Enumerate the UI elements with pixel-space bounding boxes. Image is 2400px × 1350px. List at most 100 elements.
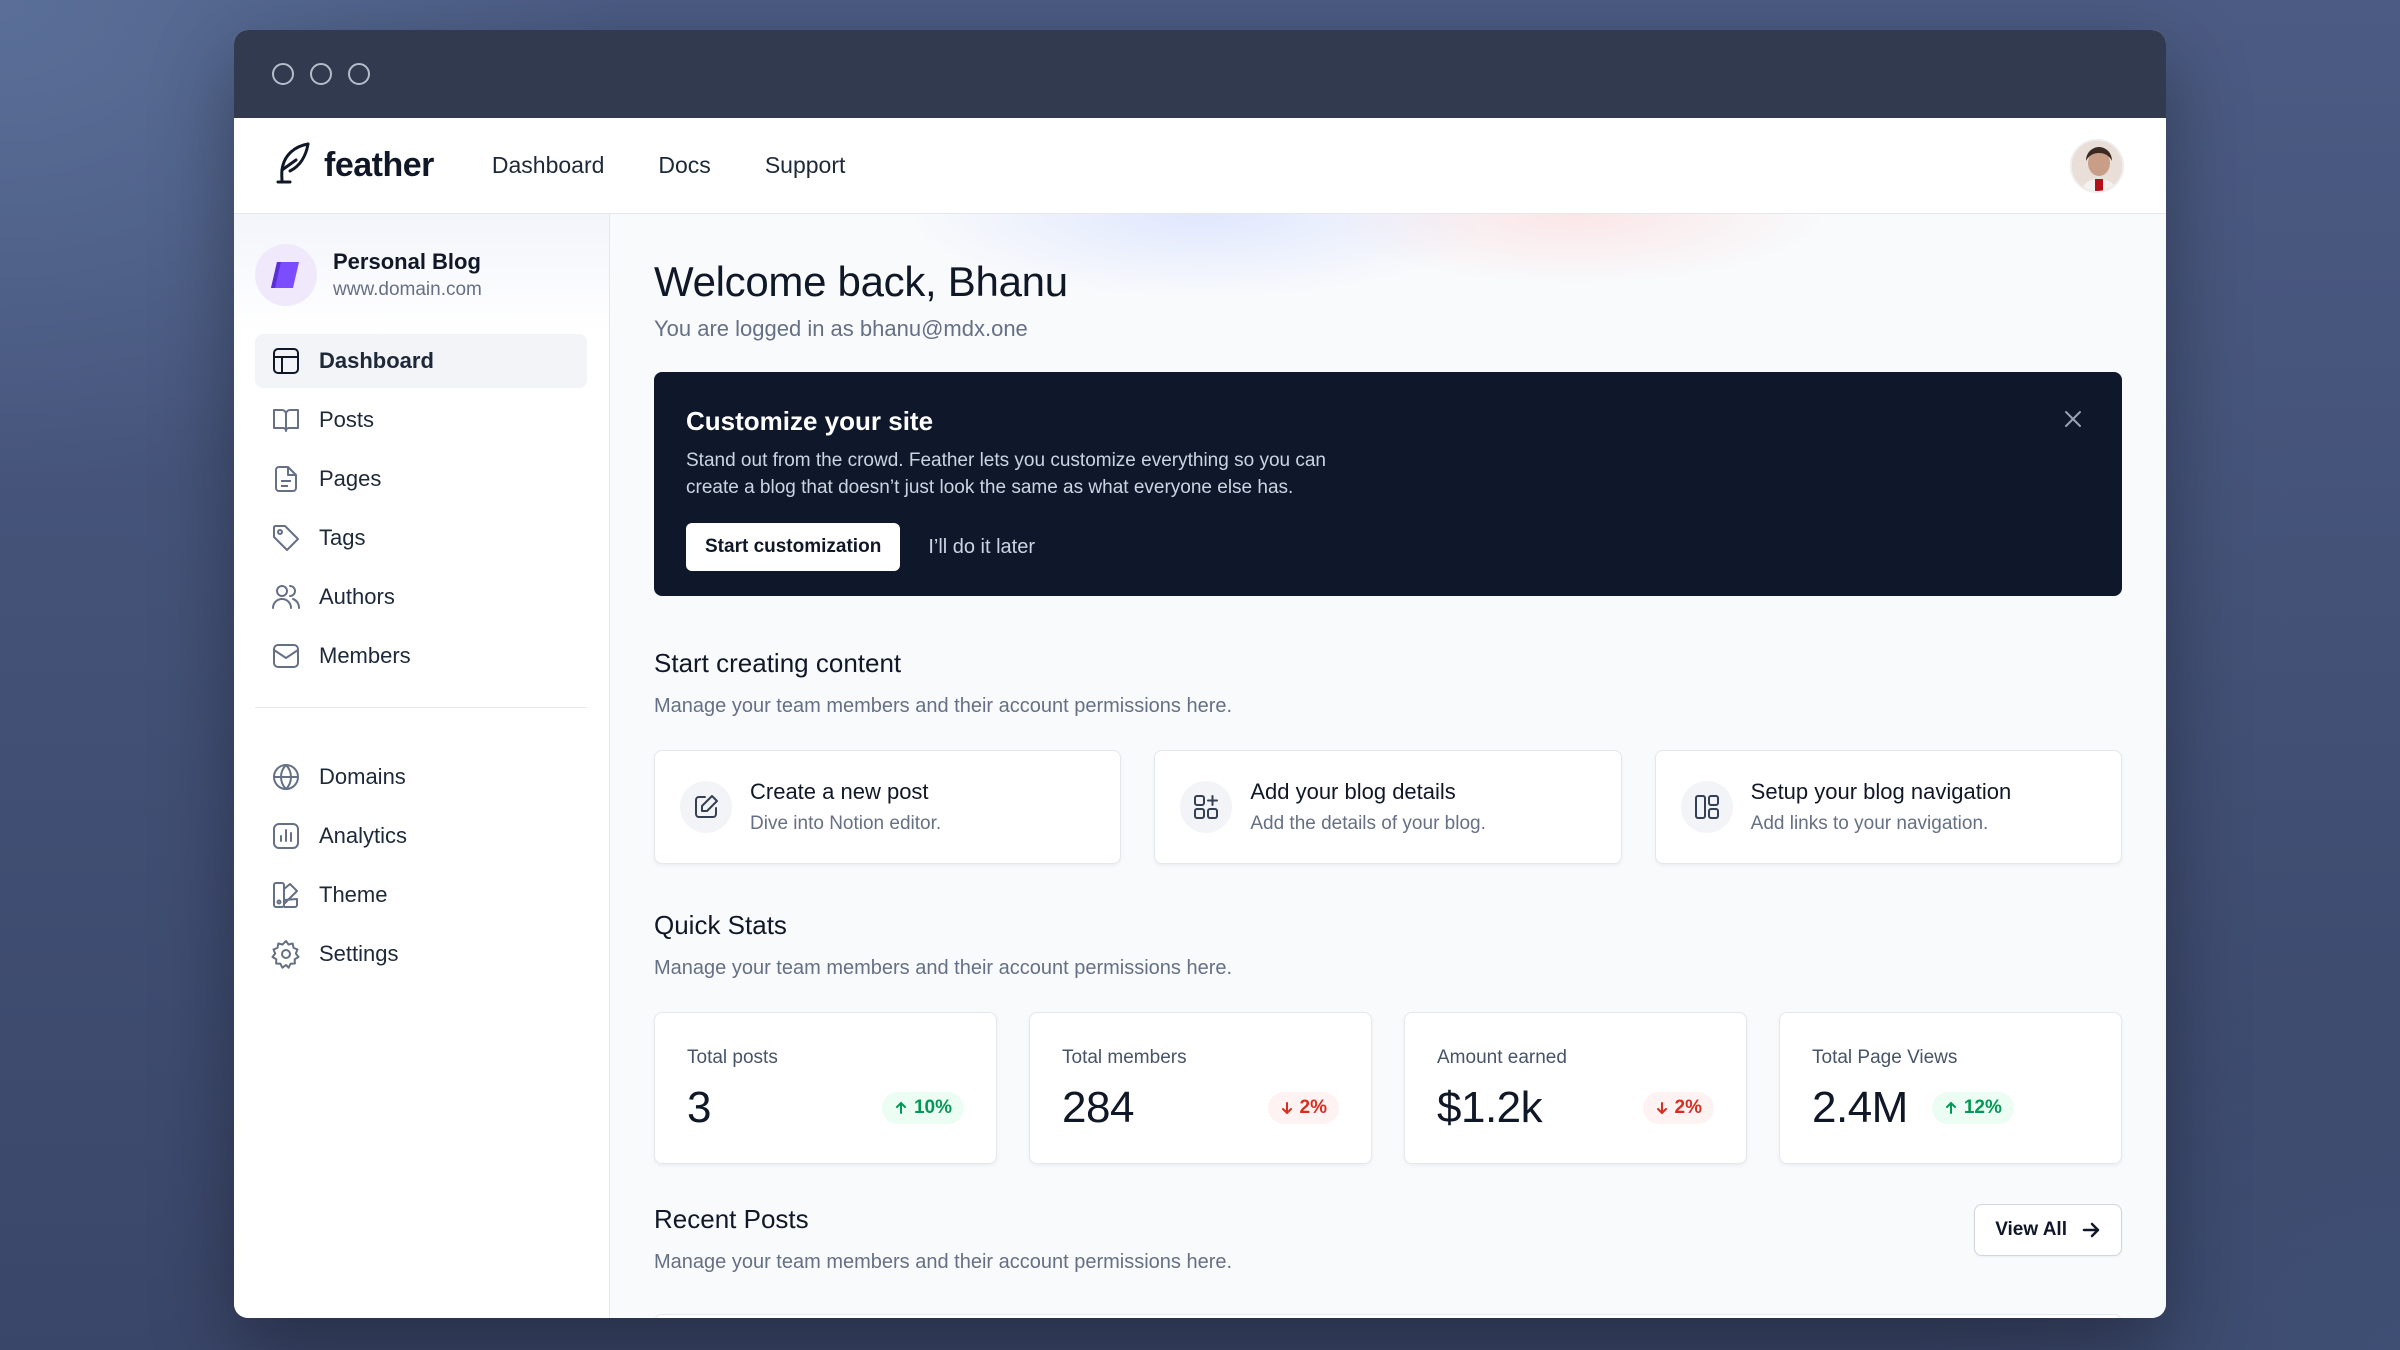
feather-icon (274, 140, 314, 191)
brand-name: feather (324, 146, 434, 184)
sidebar-item-label: Members (319, 643, 411, 668)
stat-card-page-views: Total Page Views 2.4M 12% (1779, 1012, 2122, 1164)
card-title: Create a new post (750, 779, 929, 804)
sidebar-item-label: Settings (319, 941, 399, 966)
gear-icon (271, 940, 300, 969)
sidebar-item-members[interactable]: Members (255, 629, 587, 683)
brand-logo[interactable]: feather (274, 140, 434, 191)
sidebar-item-pages[interactable]: Pages (255, 452, 587, 506)
recent-posts-table (654, 1314, 2122, 1318)
palette-icon (273, 882, 298, 908)
card-subtitle: Dive into Notion editor. (750, 813, 942, 834)
stat-label: Amount earned (1437, 1047, 1567, 1068)
arrow-down-icon (1656, 1102, 1667, 1115)
nav-docs[interactable]: Docs (658, 152, 710, 179)
recent-section-title: Recent Posts (654, 1204, 809, 1234)
banner-title: Customize your site (686, 406, 934, 436)
sidebar-item-posts[interactable]: Posts (255, 393, 587, 447)
window-close-dot[interactable] (272, 63, 294, 85)
sidebar-item-tags[interactable]: Tags (255, 511, 587, 565)
view-all-button[interactable]: View All (1974, 1204, 2122, 1256)
window-minimize-dot[interactable] (310, 63, 332, 85)
recent-section-subtitle: Manage your team members and their accou… (654, 1251, 1233, 1273)
create-post-card[interactable]: Create a new post Dive into Notion edito… (654, 750, 1122, 864)
do-it-later-link[interactable]: I’ll do it later (928, 536, 1035, 559)
sidebar-item-label: Domains (319, 764, 406, 789)
trend-badge: 12% (1931, 1092, 2014, 1124)
trend-value: 2% (1674, 1097, 1702, 1118)
stat-value: 2.4M (1812, 1083, 1908, 1132)
stat-card-members: Total members 284 2% (1029, 1012, 1372, 1164)
sidebar-item-label: Posts (319, 407, 375, 432)
nav-dashboard[interactable]: Dashboard (492, 152, 605, 179)
close-icon[interactable] (2062, 408, 2084, 430)
blog-navigation-card[interactable]: Setup your blog navigation Add links to … (1654, 750, 2122, 864)
sidebar-item-dashboard[interactable]: Dashboard (255, 334, 587, 388)
start-customization-button[interactable]: Start customization (686, 523, 901, 571)
window-zoom-dot[interactable] (348, 63, 370, 85)
arrow-right-icon (2082, 1222, 2100, 1238)
trend-value: 2% (1299, 1097, 1327, 1118)
globe-icon (273, 763, 299, 791)
sidebar-item-domains[interactable]: Domains (255, 750, 587, 804)
banner-description: Stand out from the crowd. Feather lets y… (686, 450, 1326, 498)
site-name: Personal Blog (333, 249, 481, 274)
blog-details-card[interactable]: Add your blog details Add the details of… (1154, 750, 1622, 864)
sidebar-item-label: Theme (319, 882, 388, 907)
card-subtitle: Add the details of your blog. (1250, 813, 1486, 834)
book-icon (273, 409, 299, 432)
file-icon (275, 466, 297, 492)
stat-value: 284 (1062, 1083, 1134, 1132)
site-logo-icon (255, 244, 317, 306)
columns-icon (1694, 795, 1719, 819)
arrow-down-icon (1281, 1102, 1292, 1115)
page-title: Welcome back, Bhanu (654, 258, 1068, 305)
grid-plus-icon (1194, 795, 1219, 819)
top-navigation: feather Dashboard Docs Support (234, 118, 2166, 214)
trend-badge: 10% (881, 1092, 964, 1124)
create-section-subtitle: Manage your team members and their accou… (654, 695, 1233, 717)
users-icon (272, 585, 300, 609)
stats-section-subtitle: Manage your team members and their accou… (654, 957, 1233, 979)
sidebar-item-theme[interactable]: Theme (255, 868, 587, 922)
app-window: feather Dashboard Docs Support Personal … (234, 30, 2166, 1318)
stats-section-title: Quick Stats (654, 910, 787, 940)
stat-value: 3 (687, 1083, 711, 1132)
customize-banner: Customize your site Stand out from the c… (654, 372, 2122, 596)
sidebar-item-label: Analytics (319, 823, 408, 848)
stat-label: Total posts (687, 1047, 778, 1068)
layout-icon (273, 348, 299, 374)
stat-card-earnings: Amount earned $1.2k 2% (1404, 1012, 1747, 1164)
main-content: Welcome back, Bhanu You are logged in as… (610, 214, 2166, 1318)
sidebar-item-analytics[interactable]: Analytics (255, 809, 587, 863)
sidebar-divider (255, 707, 587, 708)
trend-badge: 2% (1267, 1092, 1339, 1124)
sidebar-item-label: Dashboard (319, 348, 434, 373)
stat-card-posts: Total posts 3 10% (654, 1012, 997, 1164)
card-title: Add your blog details (1250, 779, 1456, 804)
user-avatar[interactable] (2070, 139, 2124, 193)
sidebar-item-label: Tags (319, 525, 366, 550)
site-switcher[interactable]: Personal Blog www.domain.com (255, 244, 587, 306)
arrow-up-icon (895, 1101, 906, 1114)
card-title: Setup your blog navigation (1750, 779, 2012, 804)
edit-icon (695, 795, 718, 818)
tag-icon (273, 525, 299, 551)
window-titlebar (234, 30, 2166, 118)
nav-support[interactable]: Support (765, 152, 846, 179)
sidebar-item-label: Authors (319, 584, 395, 609)
stat-label: Total members (1062, 1047, 1187, 1068)
sidebar: Personal Blog www.domain.com Dashboard P… (234, 214, 610, 1318)
stat-value: $1.2k (1437, 1083, 1543, 1132)
trend-value: 10% (913, 1097, 952, 1118)
inbox-icon (273, 644, 299, 668)
card-subtitle: Add links to your navigation. (1750, 813, 1989, 834)
arrow-up-icon (1945, 1101, 1956, 1114)
sidebar-item-settings[interactable]: Settings (255, 927, 587, 981)
sidebar-item-authors[interactable]: Authors (255, 570, 587, 624)
stat-label: Total Page Views (1812, 1047, 1958, 1068)
site-url: www.domain.com (333, 279, 482, 300)
login-info: You are logged in as bhanu@mdx.one (654, 316, 1028, 341)
view-all-label: View All (1995, 1219, 2067, 1240)
trend-value: 12% (1963, 1097, 2002, 1118)
